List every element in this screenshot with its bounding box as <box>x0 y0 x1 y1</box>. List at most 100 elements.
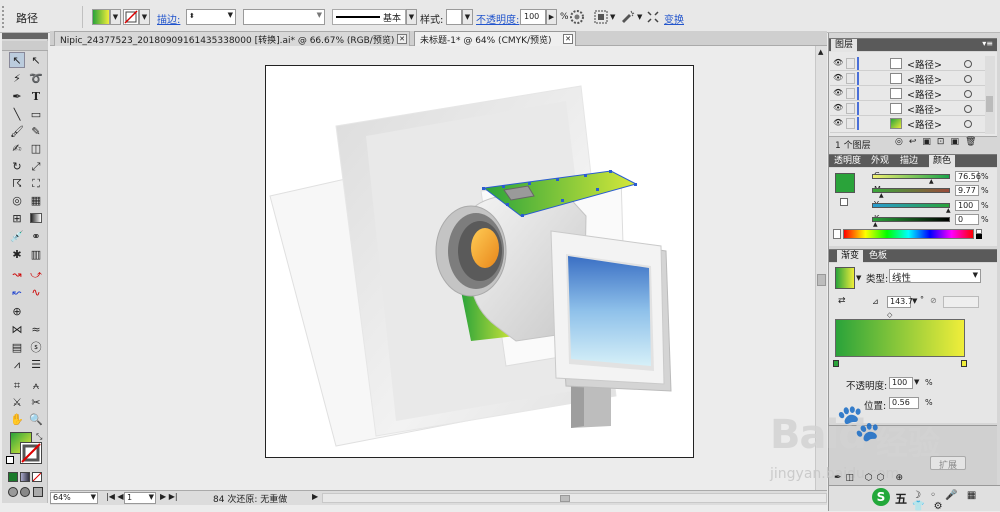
tab-stroke[interactable]: 描边 <box>896 155 922 168</box>
curve-tool-icon[interactable]: ↝ <box>9 266 25 282</box>
hand-tool-icon[interactable]: ✋ <box>9 411 25 427</box>
list-tool-icon[interactable]: ☰ <box>28 356 44 372</box>
stroke-label[interactable]: 描边: <box>157 11 180 26</box>
panel-menu-icon[interactable]: ▾≡ <box>982 39 993 48</box>
artboard-tool-icon[interactable]: ⌗ <box>9 377 25 393</box>
c-slider[interactable]: ▲ <box>872 174 950 185</box>
direct-selection-tool-icon[interactable]: ↖ <box>28 52 44 68</box>
gradient-opacity-dropdown-icon[interactable]: ▼ <box>914 378 919 386</box>
layers-scrollbar[interactable] <box>985 56 995 134</box>
none-mode-icon[interactable] <box>32 472 42 482</box>
eye-icon[interactable]: 👁 <box>833 74 843 82</box>
eraser-tool-icon[interactable]: ◫ <box>28 140 44 156</box>
fill-swatch[interactable] <box>92 9 110 25</box>
doc-tab-1[interactable]: Nipic_24377523_20180909161435338000 [转换]… <box>54 31 410 46</box>
layer-row[interactable]: 👁 <路径> <box>830 101 995 116</box>
ribbon-tool-icon[interactable]: ≈ <box>28 321 44 337</box>
layer-row[interactable]: 👁 <路径> <box>830 116 995 133</box>
angle-field[interactable]: 143.7 <box>887 296 913 308</box>
perspective-grid-tool-icon[interactable]: ▦ <box>28 192 44 208</box>
scissors-tool-icon[interactable]: ✂ <box>28 394 44 410</box>
gradient-stop-end[interactable] <box>961 360 967 367</box>
free-transform-tool-icon[interactable]: ⛶ <box>28 175 44 191</box>
black-swatch[interactable] <box>976 234 982 239</box>
graphic-style-swatch[interactable] <box>446 9 462 25</box>
brush-definition-select[interactable]: 基本 <box>332 9 406 25</box>
ime-logo-icon[interactable]: S <box>872 488 890 506</box>
next-artboard-icon[interactable]: ▶ ▶| <box>160 492 178 501</box>
tab-transparency[interactable]: 透明度 <box>830 155 865 168</box>
scale-tool-icon[interactable]: ⤢ <box>28 158 44 174</box>
gradient-location-field[interactable]: 0.56 <box>889 397 919 409</box>
m-value-field[interactable]: 9.77 <box>955 185 979 196</box>
ime-toolbar-icons[interactable]: ☽ ◦ 🎤 ▦ 👕 ⚙ <box>912 490 1000 512</box>
slice-tool-icon[interactable]: ⩜ <box>28 377 44 393</box>
gradient-preview-swatch[interactable] <box>835 267 855 289</box>
gradient-opacity-field[interactable]: 100 <box>889 377 913 389</box>
fill-indicator[interactable] <box>835 173 855 193</box>
rotate-tool-icon[interactable]: ↻ <box>9 158 25 174</box>
opacity-dropdown[interactable]: ▶ <box>546 9 557 25</box>
draw-behind-icon[interactable] <box>20 487 30 497</box>
draw-normal-icon[interactable] <box>8 487 18 497</box>
color-mode-icon[interactable] <box>8 472 18 482</box>
line-graph-tool-icon[interactable]: ⩘ <box>9 356 25 372</box>
canvas-vertical-scrollbar[interactable]: ▲ <box>815 46 827 490</box>
k-value-field[interactable]: 0 <box>955 214 979 225</box>
tab-color[interactable]: 颜色 <box>929 155 956 168</box>
y-slider[interactable]: ▲ <box>872 203 951 214</box>
paintbrush-tool-icon[interactable]: 🖌 <box>9 123 25 139</box>
tab-gradient[interactable]: 渐变 <box>837 250 864 263</box>
scroll-up-icon[interactable]: ▲ <box>818 48 823 56</box>
line-tool-icon[interactable]: ╲ <box>9 106 25 122</box>
curve-tool-red-icon[interactable]: ⤻ <box>28 266 44 282</box>
type-tool-icon[interactable]: T <box>28 88 44 104</box>
target-icon[interactable] <box>964 120 972 128</box>
prev-artboard-icon[interactable]: |◀ ◀ <box>106 492 124 501</box>
horizontal-scrollbar[interactable] <box>322 493 827 503</box>
width-tool-icon[interactable]: ⋈ <box>9 321 25 337</box>
curl-tool-icon[interactable]: ⓢ <box>28 339 44 355</box>
angle-dropdown-icon[interactable]: ▼ <box>912 297 917 305</box>
curve-tool-blue-icon[interactable]: ↜ <box>9 284 25 300</box>
blob-brush-tool-icon[interactable]: ✍ <box>9 140 25 156</box>
doc-tab-2[interactable]: 未标题-1* @ 64% (CMYK/预览) ✕ <box>414 31 576 46</box>
expand-button[interactable]: 扩展 <box>930 456 966 471</box>
k-slider[interactable]: ▲ <box>872 217 950 228</box>
opacity-label[interactable]: 不透明度: <box>476 11 519 26</box>
eyedropper-tool-icon[interactable]: 💉 <box>9 228 25 244</box>
opacity-input[interactable]: 100 <box>520 9 546 25</box>
align-icon[interactable] <box>592 8 610 26</box>
style-dropdown[interactable]: ▼ <box>462 9 473 25</box>
eye-icon[interactable]: 👁 <box>833 89 843 97</box>
screen-mode-icon[interactable] <box>33 487 43 497</box>
crosshair-tool-icon[interactable]: ⊕ <box>9 303 25 319</box>
default-colors-icon[interactable] <box>6 456 14 464</box>
mesh-tool-icon[interactable]: ⊞ <box>9 210 25 226</box>
y-value-field[interactable]: 100 <box>955 200 979 211</box>
stroke-swatch[interactable] <box>123 9 139 25</box>
layer-row[interactable]: 👁 <路径> <box>830 86 995 101</box>
gradient-stop-start[interactable] <box>833 360 839 367</box>
fill-dropdown[interactable]: ▼ <box>110 9 121 25</box>
magic-wand-tool-icon[interactable]: ⚡ <box>9 70 25 86</box>
layers-footer-icons[interactable]: ◎↩▣⊡▣🗑 <box>895 137 982 147</box>
reverse-gradient-icon[interactable]: ⇄ <box>838 296 846 306</box>
eye-icon[interactable]: 👁 <box>833 119 843 127</box>
stroke-indicator[interactable] <box>840 198 848 206</box>
target-icon[interactable] <box>964 90 972 98</box>
lasso-tool-icon[interactable]: ➰ <box>28 70 44 86</box>
gradient-tool-icon[interactable] <box>28 210 44 226</box>
ime-mode-label[interactable]: 五 <box>895 490 907 507</box>
transform-grid-icon[interactable] <box>644 8 662 26</box>
transform-link[interactable]: 变换 <box>664 11 684 26</box>
stroke-color-swatch[interactable] <box>20 442 42 464</box>
shape-builder-tool-icon[interactable]: ◎ <box>9 192 25 208</box>
recolor-icon[interactable] <box>568 8 586 26</box>
wave-tool-icon[interactable]: ∿ <box>28 284 44 300</box>
brush-dropdown[interactable]: ▼ <box>406 9 417 25</box>
tab-appearance[interactable]: 外观 <box>867 155 893 168</box>
knife-tool-icon[interactable]: ⚔ <box>9 394 25 410</box>
c-value-field[interactable]: 76.56 <box>955 171 981 182</box>
none-swatch-icon[interactable] <box>833 229 841 239</box>
